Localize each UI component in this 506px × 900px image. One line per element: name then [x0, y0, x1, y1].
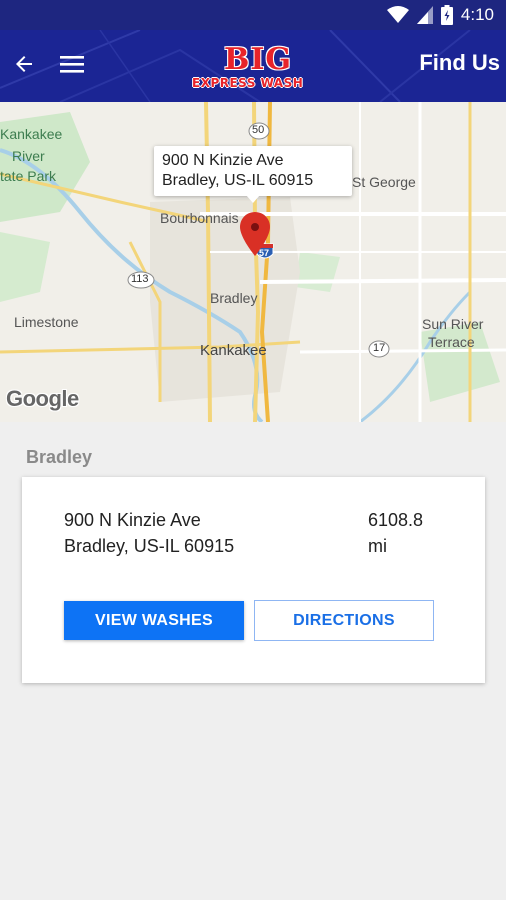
- card-address-line2: Bradley, US-IL 60915: [64, 536, 235, 556]
- map-label-river: River: [12, 148, 45, 164]
- status-time: 4:10: [460, 5, 494, 24]
- map-label-state-park: tate Park: [0, 168, 57, 184]
- route-17-label: 17: [373, 342, 386, 354]
- google-attribution-logo: Google: [6, 386, 79, 411]
- hamburger-menu-icon: [60, 56, 84, 73]
- callout-address-line2: Bradley, US-IL 60915: [162, 172, 314, 189]
- card-address-line1: 900 N Kinzie Ave: [64, 510, 201, 530]
- menu-button[interactable]: [56, 48, 88, 80]
- battery-icon: [440, 5, 453, 25]
- wifi-icon: [386, 6, 409, 23]
- distance-unit: mi: [368, 536, 387, 556]
- app-bar: BIG EXPRESS WASH Find Us: [0, 30, 506, 102]
- interstate-57-label: 57: [259, 248, 270, 258]
- big-express-wash-logo: BIG EXPRESS WASH: [188, 40, 320, 94]
- distance-value: 6108.8: [368, 510, 424, 530]
- map-callout[interactable]: 900 N Kinzie Ave Bradley, US-IL 60915: [154, 146, 352, 203]
- map-label-bourbonnais: Bourbonnais: [160, 210, 239, 226]
- directions-button[interactable]: DIRECTIONS: [254, 600, 434, 641]
- map-label-kankakee: Kankakee: [200, 342, 267, 359]
- view-washes-button[interactable]: VIEW WASHES: [64, 601, 244, 640]
- map-label-st-george: St George: [352, 174, 416, 190]
- map-label-bradley: Bradley: [210, 290, 258, 306]
- route-50-label: 50: [252, 124, 265, 136]
- route-113-label: 113: [131, 273, 149, 285]
- status-bar: 4:10: [0, 0, 506, 30]
- arrow-back-icon: [16, 56, 32, 72]
- location-card: 900 N Kinzie Ave Bradley, US-IL 60915 61…: [22, 477, 485, 683]
- back-button[interactable]: [8, 48, 40, 80]
- status-icons: 4:10: [386, 4, 494, 26]
- map-label-terrace: Terrace: [428, 334, 475, 350]
- callout-address-line1: 900 N Kinzie Ave: [162, 152, 284, 169]
- map-view[interactable]: Kankakee River tate Park Bourbonnais St …: [0, 102, 506, 422]
- logo-sub-text: EXPRESS WASH: [192, 76, 304, 90]
- page-title: Find Us: [419, 50, 500, 75]
- logo-big-text: BIG: [224, 42, 293, 77]
- section-title: Bradley: [26, 447, 93, 467]
- callout-tail: [246, 195, 260, 203]
- cell-signal-icon: [416, 6, 433, 24]
- map-label-sun-river: Sun River: [422, 316, 484, 332]
- map-label-limestone: Limestone: [14, 314, 79, 330]
- map-label-kankakee-river: Kankakee: [0, 126, 63, 142]
